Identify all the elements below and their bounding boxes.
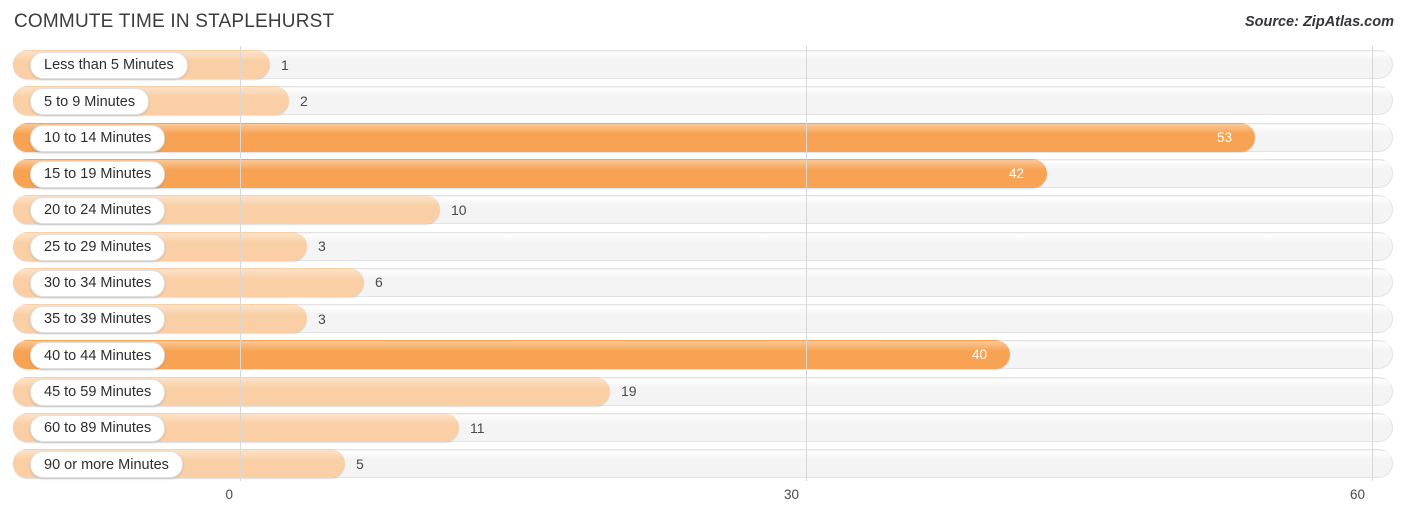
category-label-pill: Less than 5 Minutes <box>30 52 188 79</box>
category-label: 15 to 19 Minutes <box>44 166 152 183</box>
category-label: Less than 5 Minutes <box>44 57 174 74</box>
gridline-60 <box>1372 46 1373 481</box>
category-label-pill: 35 to 39 Minutes <box>30 306 166 334</box>
chart-row[interactable]: 15 to 19 Minutes 42 <box>13 158 1393 188</box>
category-label: 35 to 39 Minutes <box>44 311 152 328</box>
category-label-pill: 45 to 59 Minutes <box>30 378 166 406</box>
category-label-pill: 90 or more Minutes <box>30 451 183 479</box>
value-label: 5 <box>356 455 364 472</box>
value-label: 3 <box>318 238 326 254</box>
chart-row[interactable]: 10 to 14 Minutes 53 <box>13 122 1393 152</box>
value-bar <box>13 122 1255 152</box>
page-title: COMMUTE TIME IN STAPLEHURST <box>14 11 335 32</box>
category-label: 10 to 14 Minutes <box>44 129 152 146</box>
category-label-pill: 40 to 44 Minutes <box>30 342 166 370</box>
value-label: 3 <box>318 310 326 327</box>
chart-row[interactable]: 30 to 34 Minutes 6 <box>13 267 1393 297</box>
x-tick-label: 60 <box>1349 487 1365 502</box>
category-label: 90 or more Minutes <box>44 456 169 473</box>
category-label-pill: 15 to 19 Minutes <box>30 160 166 188</box>
value-label: 6 <box>375 274 383 291</box>
gridline-0 <box>240 46 241 481</box>
source-attribution: Source: ZipAtlas.com <box>1244 14 1394 30</box>
category-label: 45 to 59 Minutes <box>44 383 152 400</box>
x-tick-label: 0 <box>225 487 233 502</box>
gridline-30 <box>806 46 807 481</box>
category-label-pill: 60 to 89 Minutes <box>30 415 166 442</box>
category-label: 20 to 24 Minutes <box>44 202 152 219</box>
category-label: 30 to 34 Minutes <box>44 275 152 292</box>
category-label-pill: 25 to 29 Minutes <box>30 233 166 261</box>
value-label: 1 <box>281 56 289 73</box>
value-label: 40 <box>972 347 988 363</box>
value-label: 19 <box>621 383 637 400</box>
chart-plot-area: Less than 5 Minutes 1 5 to 9 Minutes 2 10 to… <box>0 46 1406 481</box>
chart-row[interactable]: Less than 5 Minutes 1 <box>13 50 1393 79</box>
category-label: 40 to 44 Minutes <box>44 347 152 364</box>
category-label-pill: 20 to 24 Minutes <box>30 197 166 225</box>
x-tick-label: 30 <box>783 487 799 502</box>
chart-row[interactable]: 60 to 89 Minutes 11 <box>13 413 1393 442</box>
x-axis: 0 30 60 <box>0 481 1406 523</box>
chart-row[interactable]: 45 to 59 Minutes 19 <box>13 376 1393 406</box>
chart-row[interactable]: 90 or more Minutes 5 <box>13 449 1393 479</box>
category-label: 25 to 29 Minutes <box>44 238 152 255</box>
chart-row[interactable]: 40 to 44 Minutes 40 <box>13 340 1393 370</box>
chart-row[interactable]: 25 to 29 Minutes 3 <box>13 231 1393 261</box>
value-label: 42 <box>1009 165 1025 181</box>
category-label: 60 to 89 Minutes <box>44 420 152 437</box>
value-label: 11 <box>470 419 485 436</box>
value-label: 2 <box>300 92 308 109</box>
category-label-pill: 10 to 14 Minutes <box>30 124 166 152</box>
value-bar <box>13 158 1047 188</box>
category-label-pill: 5 to 9 Minutes <box>30 88 150 116</box>
chart-row[interactable]: 35 to 39 Minutes 3 <box>13 304 1393 334</box>
value-label: 10 <box>451 201 467 218</box>
value-label: 53 <box>1217 129 1233 145</box>
chart-row[interactable]: 5 to 9 Minutes 2 <box>13 86 1393 116</box>
chart-header: COMMUTE TIME IN STAPLEHURST Source: ZipA… <box>0 0 1406 46</box>
category-label-pill: 30 to 34 Minutes <box>30 269 166 297</box>
category-label: 5 to 9 Minutes <box>44 93 136 110</box>
chart-row[interactable]: 20 to 24 Minutes 10 <box>13 195 1393 225</box>
